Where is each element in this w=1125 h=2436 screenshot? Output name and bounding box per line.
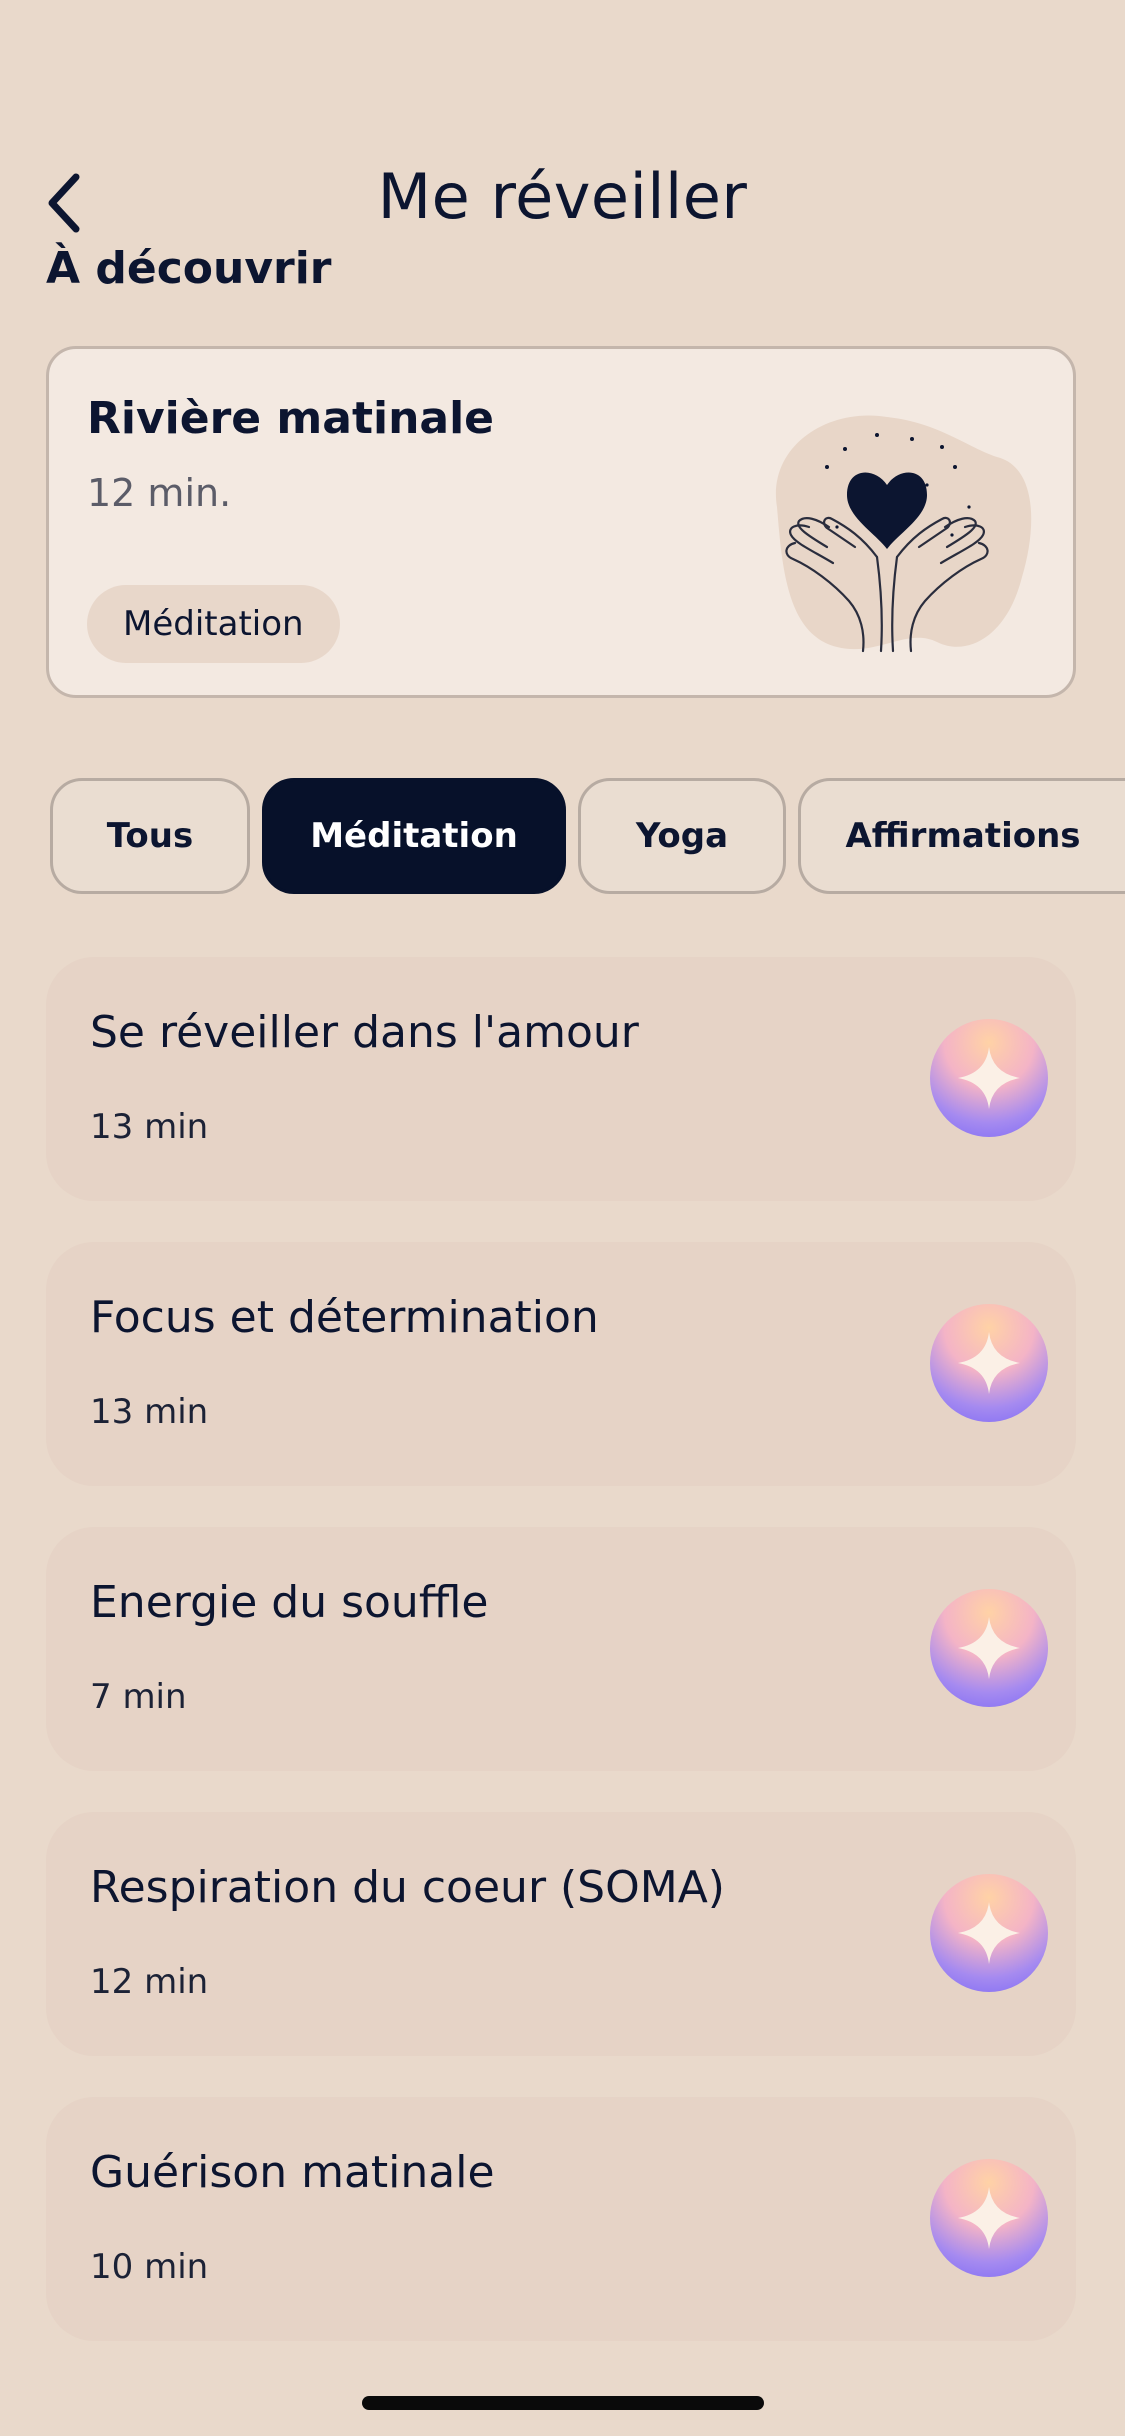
sparkle-icon [930,1304,1048,1422]
filter-chip-tous[interactable]: Tous [50,778,250,894]
list-item[interactable]: Se réveiller dans l'amour 13 min [46,957,1076,1201]
item-duration: 12 min [90,1962,209,2002]
item-title: Energie du souffle [90,1577,489,1628]
item-title: Focus et détermination [90,1292,599,1343]
featured-duration: 12 min. [87,471,232,515]
sparkle-icon [930,1874,1048,1992]
sparkle-icon [930,1589,1048,1707]
list-item[interactable]: Energie du souffle 7 min [46,1527,1076,1771]
featured-tag: Méditation [87,585,340,663]
page-title: Me réveiller [377,160,748,233]
sparkle-icon [930,1019,1048,1137]
filter-chips: Tous Méditation Yoga Affirmations [50,778,1125,894]
featured-card[interactable]: Rivière matinale 12 min. Méditation [46,346,1076,698]
filter-chip-yoga[interactable]: Yoga [578,778,786,894]
section-title-discover: À découvrir [46,243,332,294]
list-item[interactable]: Guérison matinale 10 min [46,2097,1076,2341]
filter-chip-meditation[interactable]: Méditation [262,778,566,894]
list-item[interactable]: Focus et détermination 13 min [46,1242,1076,1486]
item-title: Guérison matinale [90,2147,495,2198]
home-indicator[interactable] [362,2396,764,2410]
item-duration: 10 min [90,2247,209,2287]
list-item[interactable]: Respiration du coeur (SOMA) 12 min [46,1812,1076,2056]
item-title: Respiration du coeur (SOMA) [90,1862,725,1913]
hands-heart-icon [775,415,1032,653]
filter-chip-affirmations[interactable]: Affirmations [798,778,1125,894]
item-duration: 13 min [90,1107,209,1147]
sparkle-icon [930,2159,1048,2277]
item-duration: 7 min [90,1677,187,1717]
featured-title: Rivière matinale [87,393,495,444]
item-title: Se réveiller dans l'amour [90,1007,639,1058]
item-duration: 13 min [90,1392,209,1432]
